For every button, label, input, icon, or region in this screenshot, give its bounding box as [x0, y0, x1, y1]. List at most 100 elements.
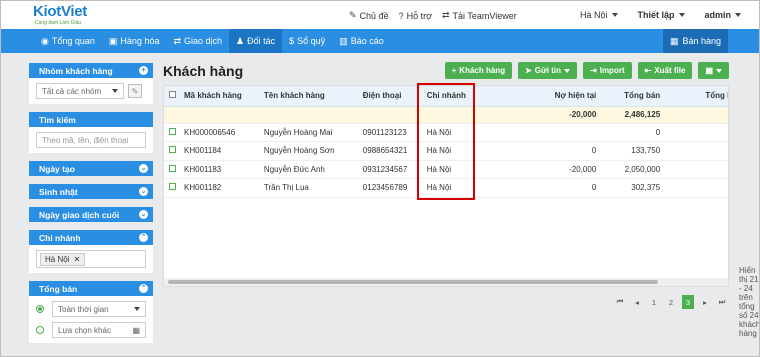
nav-item-3[interactable]: ♟ Đối tác: [229, 29, 283, 53]
all-time-radio[interactable]: [36, 305, 44, 313]
select-all-cell[interactable]: [164, 86, 180, 107]
top-link-2[interactable]: ⇄ Tải TeamViewer: [442, 10, 517, 21]
table-header-row: Mã khách hàng Tên khách hàng Điện thoại …: [164, 86, 728, 107]
created-date-header[interactable]: Ngày tạo ⌄: [29, 161, 153, 176]
top-link-label: Tải TeamViewer: [452, 10, 517, 21]
next-page-icon[interactable]: ▸: [699, 295, 711, 309]
chevron-down-icon: [112, 89, 118, 93]
cell-code: KH001183: [180, 160, 260, 179]
search-input[interactable]: Theo mã, tên, điện thoại: [36, 132, 146, 148]
branch-input[interactable]: Hà Nội ✕: [36, 250, 146, 268]
action-button-3[interactable]: ⇤ Xuất file: [637, 62, 693, 79]
custom-range-radio[interactable]: [36, 326, 44, 334]
summary-row: -20,000 2,486,125: [164, 106, 728, 124]
select-all-checkbox[interactable]: [169, 91, 176, 99]
brand-slogan: Cùng đam Làm Giàu: [35, 20, 82, 26]
row-checkbox[interactable]: [169, 127, 176, 135]
custom-range-select[interactable]: Lựa chọn khác ▦: [52, 322, 146, 338]
chevron-down-icon: [611, 13, 618, 17]
export-icon: ⇤: [644, 66, 652, 75]
pagination: ⏮ ◂ 1 2 3 ▸ ⏭ Hiển thị 21 - 24 trên tổng số 24 …: [614, 266, 759, 338]
edit-group-icon[interactable]: ✎: [128, 84, 142, 98]
nav-item-4[interactable]: $ Sổ quỹ: [282, 29, 332, 53]
row-select-cell[interactable]: [164, 123, 180, 142]
eye-icon: ◉: [41, 35, 49, 46]
add-icon[interactable]: +: [139, 66, 148, 75]
row-select-cell[interactable]: [164, 178, 180, 198]
row-select-cell[interactable]: [164, 141, 180, 161]
last-transaction-panel: Ngày giao dịch cuối ⌄: [29, 207, 153, 222]
cell-name: Nguyễn Hoàng Sơn: [259, 141, 359, 161]
nav-item-label: Tổng quan: [51, 36, 95, 46]
table-row[interactable]: KH001182 Trần Thị Lụa 0123456789 Hà Nội 0 302…: [164, 178, 728, 198]
table-row[interactable]: KH001183 Nguyễn Đức Anh 0931234567 Hà Nội -2…: [164, 160, 728, 179]
sell-button[interactable]: ▦ Bán hàng: [662, 29, 728, 53]
cell-total: 0: [600, 123, 665, 142]
location-dropdown[interactable]: Hà Nội: [580, 10, 618, 20]
page-button[interactable]: 1: [648, 295, 660, 309]
nav-item-label: Báo cáo: [350, 36, 384, 46]
settings-label: Thiết lập: [637, 10, 675, 20]
action-button-4[interactable]: ▦: [698, 62, 729, 79]
prev-page-icon[interactable]: ◂: [631, 295, 643, 309]
col-total[interactable]: Tổng bán: [600, 86, 665, 107]
plus-icon: +: [451, 66, 457, 75]
action-button-1[interactable]: ➤ Gửi tin: [518, 62, 578, 79]
cell-total: 302,375: [600, 178, 665, 198]
col-branch[interactable]: Chi nhánh: [422, 86, 483, 107]
nav-item-label: Giao dịch: [184, 36, 223, 46]
table-row[interactable]: KH000006546 Nguyễn Hoàng Mai 0901123123 Hà …: [164, 123, 728, 142]
main-nav: ◉ Tổng quan ▣ Hàng hóa ⇄ Giao dịch ♟ Đối tác $ Sổ…: [1, 29, 759, 53]
settings-dropdown[interactable]: Thiết lập: [638, 10, 685, 20]
filter-sidebar: Nhóm khách hàng + Tất cả các nhóm ✎ Tìm …: [29, 63, 153, 351]
all-time-select[interactable]: Toàn thời gian: [52, 301, 146, 317]
customer-group-value: Tất cả các nhóm: [42, 86, 102, 96]
custom-range-label: Lựa chọn khác: [58, 325, 111, 335]
row-select-cell[interactable]: [164, 160, 180, 179]
customer-group-header[interactable]: Nhóm khách hàng +: [29, 63, 153, 78]
chevron-down-icon: [134, 307, 140, 311]
top-link-1[interactable]: ? Hỗ trợ: [399, 10, 432, 21]
col-net[interactable]: Tổng bán trừ t: [664, 86, 728, 107]
page-button[interactable]: 3: [682, 295, 694, 309]
nav-item-label: Hàng hóa: [120, 36, 160, 46]
customer-group-title: Nhóm khách hàng: [39, 65, 113, 76]
customer-group-select[interactable]: Tất cả các nhóm: [36, 83, 124, 99]
total-sales-header[interactable]: Tổng bán ⌃: [29, 281, 153, 296]
birthday-header[interactable]: Sinh nhật ⌄: [29, 184, 153, 199]
search-title: Tìm kiếm: [39, 114, 76, 125]
search-header: Tìm kiếm: [29, 112, 153, 127]
nav-item-0[interactable]: ◉ Tổng quan: [34, 29, 102, 53]
action-button-0[interactable]: + Khách hàng: [444, 62, 513, 79]
last-transaction-header[interactable]: Ngày giao dịch cuối ⌄: [29, 207, 153, 222]
scrollbar-thumb[interactable]: [168, 280, 658, 284]
col-phone[interactable]: Điện thoại: [358, 86, 423, 107]
cell-total: 2,050,000: [600, 160, 665, 179]
magic-icon: ✎: [349, 10, 357, 20]
table-row[interactable]: KH001184 Nguyễn Hoàng Sơn 0988654321 Hà Nội…: [164, 141, 728, 161]
top-link-0[interactable]: ✎ Chủ đề: [349, 10, 389, 21]
brand-logo[interactable]: KiotViet Cùng đam Làm Giàu: [33, 4, 87, 27]
last-page-icon[interactable]: ⏭: [716, 295, 728, 309]
branch-header[interactable]: Chi nhánh ⌃: [29, 230, 153, 245]
sell-label: Bán hàng: [682, 36, 721, 46]
col-name[interactable]: Tên khách hàng: [259, 86, 359, 107]
main-content: Khách hàng + Khách hàng ➤ Gửi tin ⇥ Import ⇤ Xu…: [159, 57, 759, 356]
action-button-2[interactable]: ⇥ Import: [583, 62, 632, 79]
nav-item-2[interactable]: ⇄ Giao dịch: [166, 29, 229, 53]
customer-grid: Mã khách hàng Tên khách hàng Điện thoại …: [163, 85, 729, 287]
first-page-icon[interactable]: ⏮: [614, 295, 626, 309]
row-checkbox[interactable]: [169, 146, 176, 154]
col-code[interactable]: Mã khách hàng: [180, 86, 260, 107]
nav-item-1[interactable]: ▣ Hàng hóa: [102, 29, 167, 53]
row-checkbox[interactable]: [169, 183, 176, 191]
user-dropdown[interactable]: admin: [705, 10, 742, 20]
top-links: ✎ Chủ đề ? Hỗ trợ ⇄ Tải TeamViewer: [349, 10, 517, 21]
page-title: Khách hàng: [163, 63, 244, 79]
page-button[interactable]: 2: [665, 295, 677, 309]
row-checkbox[interactable]: [169, 164, 176, 172]
birthday-title: Sinh nhật: [39, 186, 78, 197]
remove-tag-icon[interactable]: ✕: [73, 255, 80, 264]
nav-item-5[interactable]: ▥ Báo cáo: [332, 29, 391, 53]
col-debt[interactable]: Nợ hiện tại: [482, 86, 601, 107]
